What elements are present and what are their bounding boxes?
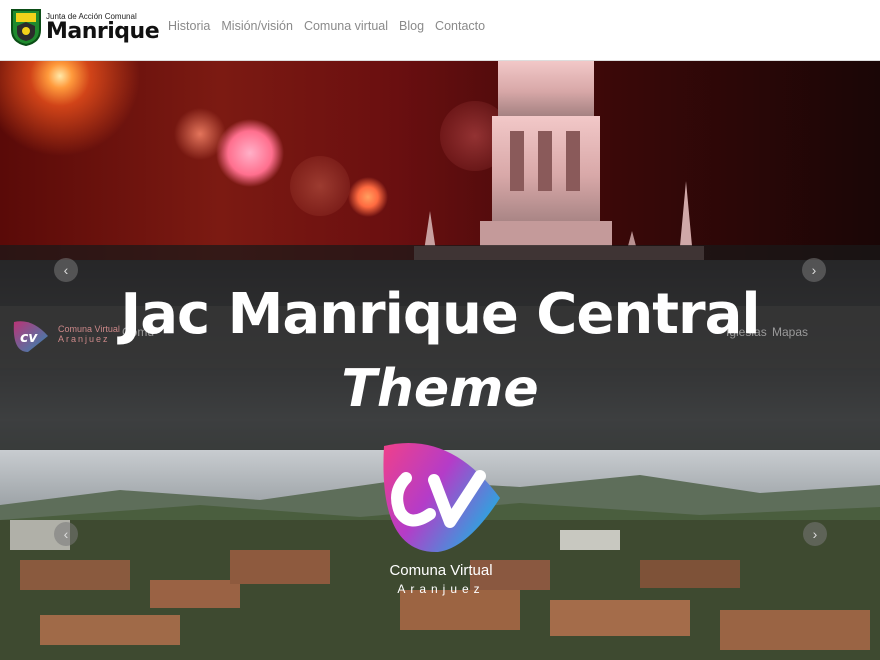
nav-item-contacto[interactable]: Contacto [435,19,485,33]
nav-item-historia[interactable]: Historia [168,19,210,33]
carousel-prev-arrow-icon[interactable]: ‹ [54,522,78,546]
logo-title: Manrique [46,18,160,44]
hero-image [0,61,880,261]
carousel-next-arrow-icon[interactable]: › [802,258,826,282]
nav-item-blog[interactable]: Blog [399,19,424,33]
nav-item-mision-vision[interactable]: Misión/visión [221,19,293,33]
carousel-next-arrow-icon[interactable]: › [803,522,827,546]
brand-name: Comuna Virtual [389,562,493,579]
shield-logo-icon [11,9,41,46]
main-nav: Historia Misión/visión Comuna virtual Bl… [168,19,485,33]
theme-subtitle: Theme [341,359,539,419]
site-header: Junta de Acción Comunal Manrique Histori… [0,0,880,61]
nav-item-comuna-virtual[interactable]: Comuna virtual [304,19,388,33]
comuna-virtual-logo-icon [383,442,500,553]
site-logo[interactable]: Junta de Acción Comunal Manrique [10,8,160,46]
cathedral-illustration [414,61,704,261]
theme-title: Jac Manrique Central [120,282,760,347]
brand-location: Aranjuez [397,582,485,596]
carousel-prev-arrow-icon[interactable]: ‹ [54,258,78,282]
